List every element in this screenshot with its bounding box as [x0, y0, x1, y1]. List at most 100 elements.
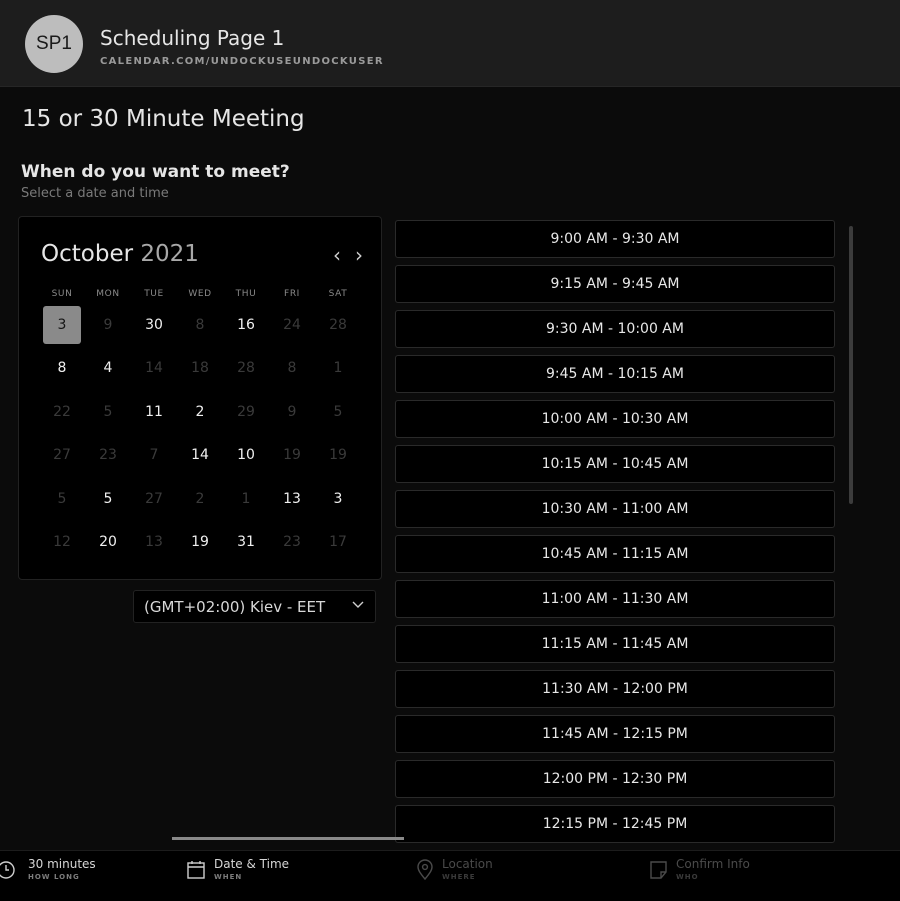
step-sublabel: HOW LONG: [28, 873, 80, 881]
weekday-label: MON: [96, 289, 120, 299]
chevron-down-icon: [351, 597, 365, 615]
weekday-label: SUN: [51, 289, 73, 299]
calendar-day[interactable]: 31: [223, 523, 269, 561]
time-slot-button[interactable]: 11:30 AM - 12:00 PM: [395, 670, 835, 708]
step-where[interactable]: Location WHERE: [414, 857, 493, 881]
step-who[interactable]: Confirm Info WHO: [648, 857, 750, 881]
time-slot-button[interactable]: 10:00 AM - 10:30 AM: [395, 400, 835, 438]
time-slot-button[interactable]: 11:45 AM - 12:15 PM: [395, 715, 835, 753]
calendar-day[interactable]: 13: [269, 480, 315, 518]
calendar-day: 1: [241, 490, 251, 507]
calendar-day: 28: [329, 316, 347, 333]
step-sublabel: WHO: [676, 873, 699, 881]
step-sublabel: WHERE: [442, 873, 476, 881]
weekday-label: SAT: [328, 289, 348, 299]
time-slot-button[interactable]: 9:00 AM - 9:30 AM: [395, 220, 835, 258]
calendar-day: 18: [191, 360, 209, 377]
calendar-day: 7: [149, 447, 159, 464]
timezone-select[interactable]: (GMT+02:00) Kiev - EET: [133, 590, 376, 623]
calendar-day: 8: [195, 316, 205, 333]
calendar-week-row: 27 23 7 14 10 19 19: [39, 434, 361, 478]
calendar-day: 5: [333, 403, 343, 420]
calendar-day[interactable]: 2: [177, 393, 223, 431]
time-slot-button[interactable]: 9:30 AM - 10:00 AM: [395, 310, 835, 348]
calendar-day: 14: [145, 360, 163, 377]
step-label: Location: [442, 857, 493, 871]
calendar-day: 29: [237, 403, 255, 420]
step-progress-indicator: [172, 837, 404, 840]
calendar-day[interactable]: 30: [131, 306, 177, 344]
step-sublabel: WHEN: [214, 873, 243, 881]
header-bar: SP1 Scheduling Page 1 CALENDAR.COM/UNDOC…: [0, 0, 900, 87]
calendar-day[interactable]: 4: [85, 349, 131, 387]
calendar-day-selected[interactable]: 3: [43, 305, 81, 344]
prompt-subtitle: Select a date and time: [21, 186, 169, 201]
weekday-label: WED: [188, 289, 212, 299]
calendar-day: 19: [283, 447, 301, 464]
calendar-week-row: 12 20 13 19 31 23 17: [39, 521, 361, 565]
calendar-day[interactable]: 10: [223, 436, 269, 474]
time-slot-button[interactable]: 10:15 AM - 10:45 AM: [395, 445, 835, 483]
calendar-week-row: 3 9 30 8 16 24 28: [39, 303, 361, 347]
step-how-long[interactable]: 30 minutes HOW LONG: [0, 857, 96, 881]
calendar-day: 27: [53, 447, 71, 464]
calendar-month: October: [41, 241, 134, 267]
calendar-day: 2: [195, 490, 205, 507]
calendar-day: 23: [99, 447, 117, 464]
step-label: Confirm Info: [676, 857, 750, 871]
time-slot-scrollbar[interactable]: [849, 226, 853, 504]
calendar-day: 22: [53, 403, 71, 420]
step-label: Date & Time: [214, 857, 290, 871]
clock-icon: [0, 861, 15, 879]
time-slot-button[interactable]: 9:45 AM - 10:15 AM: [395, 355, 835, 393]
calendar-icon: [187, 861, 205, 879]
time-slot-button[interactable]: 10:45 AM - 11:15 AM: [395, 535, 835, 573]
time-slot-button[interactable]: 11:00 AM - 11:30 AM: [395, 580, 835, 618]
calendar-day[interactable]: 8: [39, 349, 85, 387]
time-slot-button[interactable]: 12:00 PM - 12:30 PM: [395, 760, 835, 798]
location-pin-icon: [417, 859, 433, 881]
calendar-day: 19: [329, 447, 347, 464]
calendar-week-row: 8 4 14 18 28 8 1: [39, 347, 361, 391]
chevron-left-icon: ‹: [333, 243, 341, 267]
calendar-week-row: 5 5 27 2 1 13 3: [39, 477, 361, 521]
calendar-day[interactable]: 14: [177, 436, 223, 474]
calendar-day: 8: [287, 360, 297, 377]
time-slot-button[interactable]: 12:15 PM - 12:45 PM: [395, 805, 835, 843]
calendar-day: 13: [145, 534, 163, 551]
calendar-day: 9: [103, 316, 113, 333]
timezone-value: (GMT+02:00) Kiev - EET: [144, 597, 326, 616]
calendar-year: 2021: [140, 241, 199, 267]
prev-month-button[interactable]: ‹: [333, 243, 341, 267]
calendar-day[interactable]: 20: [85, 523, 131, 561]
calendar-day: 17: [329, 534, 347, 551]
calendar-day[interactable]: 11: [131, 393, 177, 431]
time-slot-button[interactable]: 11:15 AM - 11:45 AM: [395, 625, 835, 663]
calendar-day: 28: [237, 360, 255, 377]
time-slot-list: 9:00 AM - 9:30 AM 9:15 AM - 9:45 AM 9:30 A…: [395, 220, 843, 850]
weekday-label: TUE: [144, 289, 164, 299]
time-slot-button[interactable]: 9:15 AM - 9:45 AM: [395, 265, 835, 303]
page-url: CALENDAR.COM/UNDOCKUSEUNDOCKUSER: [100, 56, 384, 67]
weekday-label: THU: [235, 289, 257, 299]
calendar-day[interactable]: 3: [315, 480, 361, 518]
calendar-day: 23: [283, 534, 301, 551]
calendar-day[interactable]: 19: [177, 523, 223, 561]
weekday-header: SUN MON TUE WED THU FRI SAT: [39, 289, 361, 299]
calendar-week-row: 22 5 11 2 29 9 5: [39, 390, 361, 434]
meeting-title: 15 or 30 Minute Meeting: [22, 106, 305, 132]
calendar-day: 24: [283, 316, 301, 333]
calendar-day: 12: [53, 534, 71, 551]
calendar-grid: 3 9 30 8 16 24 28 8 4 14 18 28 8 1 22 5 11 2 29 9 5 27 23 7 14 10…: [39, 303, 361, 564]
step-when[interactable]: Date & Time WHEN: [186, 857, 289, 881]
calendar-day[interactable]: 5: [85, 480, 131, 518]
note-icon: [650, 861, 667, 879]
calendar-day: 27: [145, 490, 163, 507]
calendar-day[interactable]: 16: [223, 306, 269, 344]
time-slot-button[interactable]: 10:30 AM - 11:00 AM: [395, 490, 835, 528]
chevron-right-icon: ›: [355, 243, 363, 267]
next-month-button[interactable]: ›: [355, 243, 363, 267]
calendar-day: 9: [287, 403, 297, 420]
calendar-day: 5: [57, 490, 67, 507]
calendar-day: 1: [333, 360, 343, 377]
